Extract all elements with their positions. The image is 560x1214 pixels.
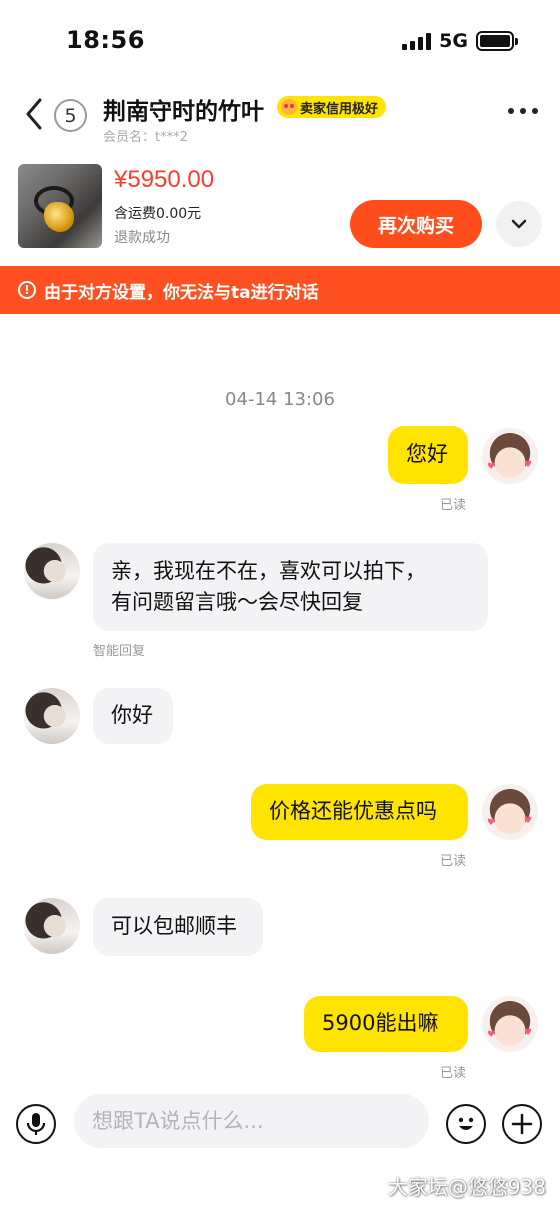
unread-count-badge[interactable]: 5 xyxy=(54,99,87,132)
credit-badge[interactable]: 卖家信用极好 xyxy=(277,96,387,118)
chat-area[interactable]: 04-14 13:06 您好 已读 亲，我现在不在，喜欢可以拍下， 有问题留言哦… xyxy=(0,314,560,1084)
more-options-button[interactable] xyxy=(508,108,538,114)
watermark: 大家坛@悠悠938 xyxy=(387,1175,546,1199)
smart-reply-label: 智能回复 xyxy=(93,644,146,659)
seller-name[interactable]: 荆南守时的竹叶 xyxy=(103,92,264,126)
chat-timestamp: 04-14 13:06 xyxy=(225,389,335,410)
my-avatar[interactable] xyxy=(482,996,538,1052)
blocked-warning-banner: ! 由于对方设置，你无法与ta进行对话 xyxy=(0,266,560,314)
network-type: 5G xyxy=(439,30,468,52)
emoji-button[interactable] xyxy=(446,1104,486,1144)
order-status: 退款成功 xyxy=(114,230,170,246)
message-line: 有问题留言哦～会尽快回复 xyxy=(111,590,363,614)
seller-avatar[interactable] xyxy=(24,898,80,954)
message-bubble-mine[interactable]: 您好 xyxy=(388,426,468,484)
message-bubble-theirs[interactable]: 亲，我现在不在，喜欢可以拍下， 有问题留言哦～会尽快回复 xyxy=(93,543,488,631)
message-bubble-theirs[interactable]: 可以包邮顺丰 xyxy=(93,898,263,956)
rebuy-button[interactable]: 再次购买 xyxy=(350,200,482,248)
add-attachment-button[interactable] xyxy=(502,1104,542,1144)
product-card[interactable]: ¥5950.00 含运费0.00元 退款成功 再次购买 xyxy=(0,152,560,266)
message-bubble-mine[interactable]: 5900能出嘛 xyxy=(304,996,468,1052)
seller-avatar[interactable] xyxy=(24,688,80,744)
more-icon xyxy=(508,108,514,114)
message-input[interactable] xyxy=(74,1094,429,1148)
expand-button[interactable] xyxy=(496,201,542,247)
member-name: 会员名：t***2 xyxy=(103,130,188,145)
chevron-down-icon xyxy=(511,219,527,229)
seller-avatar[interactable] xyxy=(24,543,80,599)
my-avatar[interactable] xyxy=(482,428,538,484)
voice-button[interactable] xyxy=(16,1104,56,1144)
warning-text: 由于对方设置，你无法与ta进行对话 xyxy=(44,282,319,303)
shipping-fee: 含运费0.00元 xyxy=(114,206,202,222)
read-status: 已读 xyxy=(440,854,467,869)
message-line: 亲，我现在不在，喜欢可以拍下， xyxy=(111,558,426,583)
status-time: 18:56 xyxy=(66,26,145,54)
exclamation-icon: ! xyxy=(18,281,36,299)
status-bar: 18:56 5G xyxy=(0,0,560,80)
smiley-icon xyxy=(458,1117,474,1130)
message-bubble-theirs[interactable]: 你好 xyxy=(93,688,173,744)
microphone-icon xyxy=(26,1113,46,1135)
product-thumbnail[interactable] xyxy=(18,164,102,248)
battery-icon xyxy=(476,31,518,51)
chat-header: 5 荆南守时的竹叶 卖家信用极好 会员名：t***2 xyxy=(0,80,560,152)
heart-eyes-icon xyxy=(281,99,297,115)
plus-icon xyxy=(511,1113,533,1135)
chevron-left-icon xyxy=(26,98,42,130)
status-indicators: 5G xyxy=(402,30,518,52)
message-bubble-mine[interactable]: 价格还能优惠点吗 xyxy=(251,784,468,840)
read-status: 已读 xyxy=(440,1066,467,1081)
product-price: ¥5950.00 xyxy=(114,166,215,193)
read-status: 已读 xyxy=(440,498,467,513)
back-button[interactable] xyxy=(18,94,50,134)
credit-badge-label: 卖家信用极好 xyxy=(300,101,379,117)
input-bar: 大家坛@悠悠938 xyxy=(0,1084,560,1214)
my-avatar[interactable] xyxy=(482,784,538,840)
signal-icon xyxy=(402,32,432,50)
